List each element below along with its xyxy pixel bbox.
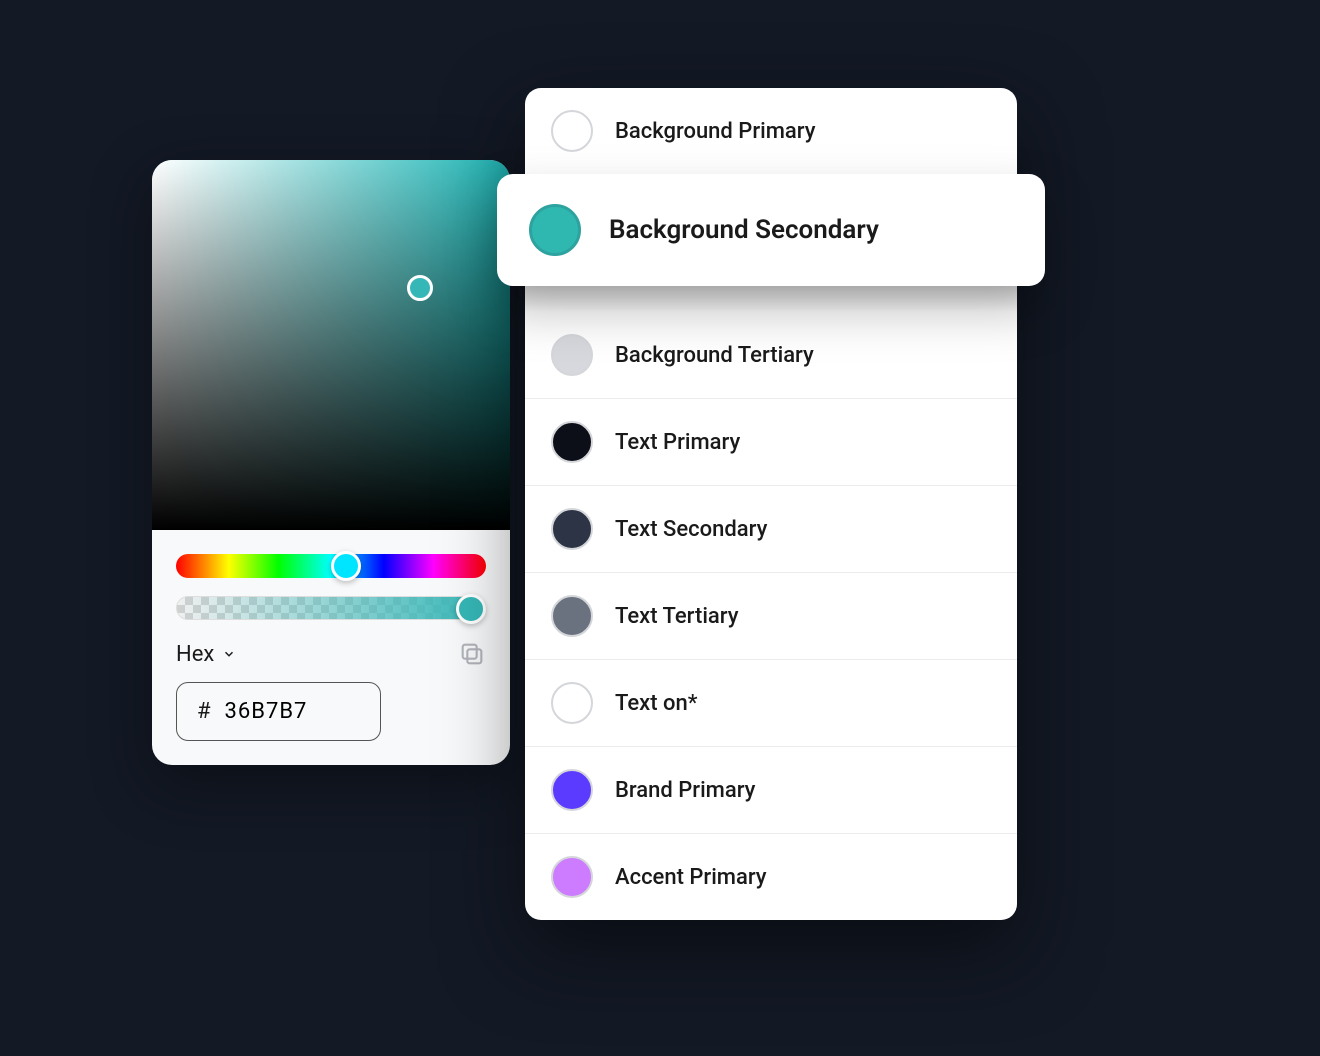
color-token-list: Background Primary Background Secondary … bbox=[525, 88, 1017, 920]
token-label: Text Tertiary bbox=[615, 604, 739, 629]
token-row-text-primary[interactable]: Text Primary bbox=[525, 399, 1017, 486]
hex-input[interactable]: # bbox=[176, 682, 381, 741]
hue-handle[interactable] bbox=[331, 551, 361, 581]
token-label: Text Primary bbox=[615, 430, 740, 455]
hue-slider[interactable] bbox=[176, 554, 486, 578]
token-row-text-tertiary[interactable]: Text Tertiary bbox=[525, 573, 1017, 660]
swatch bbox=[551, 769, 593, 811]
token-row-background-secondary[interactable]: Background Secondary bbox=[497, 174, 1045, 286]
token-row-accent-primary[interactable]: Accent Primary bbox=[525, 834, 1017, 920]
swatch bbox=[529, 204, 581, 256]
copy-icon[interactable] bbox=[458, 640, 486, 668]
swatch bbox=[551, 334, 593, 376]
hex-prefix: # bbox=[197, 699, 211, 724]
color-handle[interactable] bbox=[407, 275, 433, 301]
token-label: Text on* bbox=[615, 691, 698, 716]
token-label: Background Secondary bbox=[609, 215, 879, 245]
token-label: Accent Primary bbox=[615, 865, 767, 890]
token-row-text-secondary[interactable]: Text Secondary bbox=[525, 486, 1017, 573]
token-row-background-primary[interactable]: Background Primary bbox=[525, 88, 1017, 174]
format-row: Hex bbox=[176, 640, 486, 668]
saturation-lightness-area[interactable] bbox=[152, 160, 510, 530]
alpha-handle[interactable] bbox=[456, 594, 486, 624]
token-row-text-on[interactable]: Text on* bbox=[525, 660, 1017, 747]
swatch bbox=[551, 508, 593, 550]
token-row-brand-primary[interactable]: Brand Primary bbox=[525, 747, 1017, 834]
picker-controls: Hex # bbox=[152, 530, 510, 765]
chevron-down-icon bbox=[222, 647, 236, 661]
swatch bbox=[551, 421, 593, 463]
swatch bbox=[551, 682, 593, 724]
format-dropdown-label: Hex bbox=[176, 642, 214, 667]
swatch bbox=[551, 595, 593, 637]
token-label: Background Primary bbox=[615, 119, 815, 144]
token-label: Text Secondary bbox=[615, 517, 767, 542]
color-picker-panel: Hex # bbox=[152, 160, 510, 765]
swatch bbox=[551, 856, 593, 898]
token-label: Brand Primary bbox=[615, 778, 755, 803]
token-label: Background Tertiary bbox=[615, 343, 814, 368]
swatch bbox=[551, 110, 593, 152]
format-dropdown[interactable]: Hex bbox=[176, 642, 236, 667]
alpha-slider[interactable] bbox=[176, 596, 486, 620]
hex-value-field[interactable] bbox=[225, 699, 345, 724]
token-row-background-tertiary[interactable]: Background Tertiary bbox=[525, 312, 1017, 399]
selected-shadow bbox=[525, 282, 1017, 312]
